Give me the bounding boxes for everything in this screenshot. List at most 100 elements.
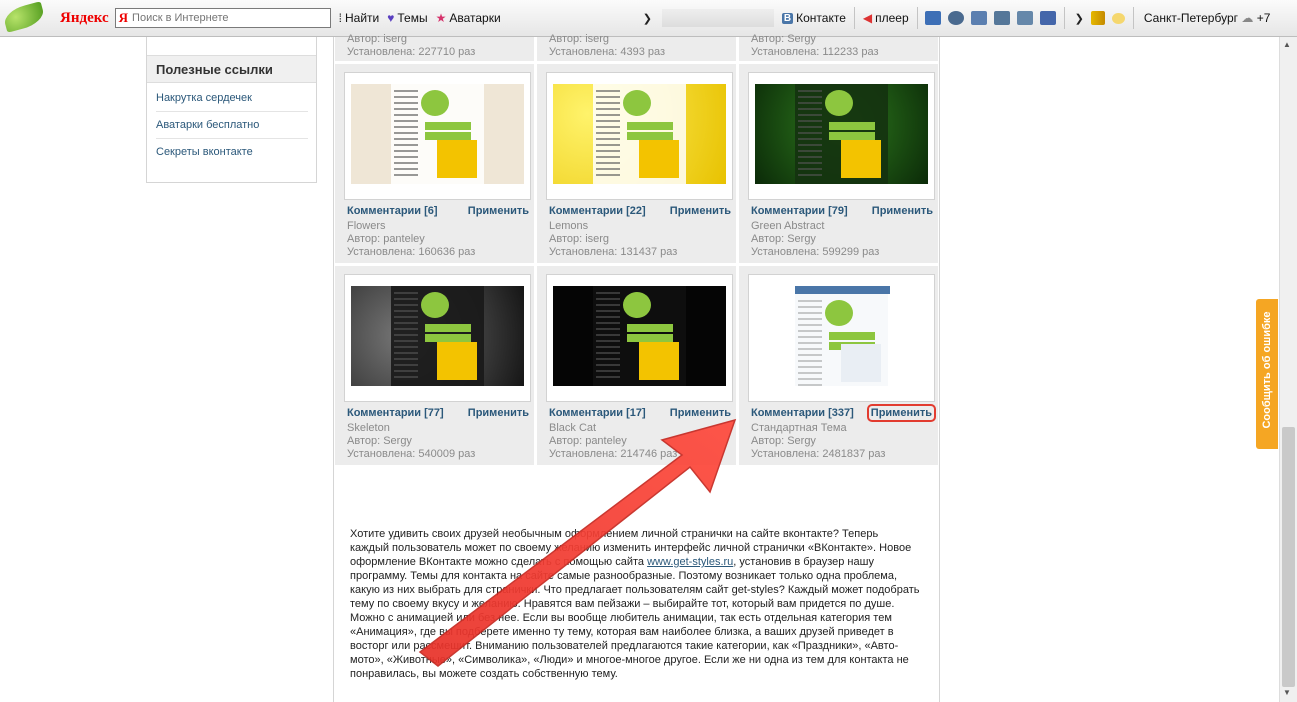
card-author: Автор: panteley: [347, 233, 425, 245]
theme-thumbnail[interactable]: [546, 72, 733, 200]
comments-link[interactable]: Комментарии [17]: [549, 407, 646, 419]
description-text: Хотите удивить своих друзей необычным оф…: [350, 527, 920, 681]
sidebar-title: Полезные ссылки: [147, 55, 316, 83]
theme-card-black-cat: Комментарии [17] Применить Black Cat Авт…: [537, 266, 736, 465]
card-name: Black Cat: [549, 422, 597, 434]
cloud-icon: ☁: [1241, 11, 1254, 25]
apply-button-highlighted[interactable]: Применить: [866, 404, 937, 422]
find-icon: ⁞: [338, 11, 342, 25]
theme-preview-image: [351, 84, 524, 184]
scroll-down-icon[interactable]: ▼: [1283, 688, 1291, 697]
card-author: Автор: iserg: [549, 233, 610, 245]
report-error-label: Сообщить об ошибке: [1261, 311, 1273, 429]
vk-button[interactable]: B Контакте: [781, 11, 846, 25]
chevron-right-icon[interactable]: ❯: [643, 12, 652, 25]
comments-link[interactable]: Комментарии [6]: [347, 205, 438, 217]
theme-thumbnail[interactable]: [748, 274, 935, 402]
comments-link[interactable]: Комментарии [77]: [347, 407, 444, 419]
theme-card-flowers: Комментарии [6] Применить Flowers Автор:…: [335, 64, 534, 263]
theme-card: Автор: Sergy Установлена: 112233 раз: [739, 33, 938, 61]
search-input-wrapper: Я: [114, 8, 331, 28]
card-installed: Установлена: 540009 раз: [347, 448, 476, 460]
scroll-up-icon[interactable]: ▲: [1283, 40, 1291, 49]
sidebar-link-avatars[interactable]: Аватарки бесплатно: [156, 119, 308, 139]
themes-button[interactable]: ♥ Темы: [387, 11, 427, 25]
card-author: Автор: iserg: [347, 33, 408, 45]
scrollbar-thumb[interactable]: [1282, 427, 1295, 687]
theme-card: Автор: iserg Установлена: 227710 раз: [335, 33, 534, 61]
theme-preview-image: [755, 84, 928, 184]
card-author: Автор: Sergy: [751, 233, 816, 245]
star-icon: ★: [435, 11, 447, 25]
chat-bubble-icon[interactable]: [1111, 12, 1125, 24]
weather-widget[interactable]: Санкт-Петербург ☁ +7: [1144, 11, 1271, 25]
toolbar-divider: [1132, 7, 1134, 29]
comments-link[interactable]: Комментарии [22]: [549, 205, 646, 217]
card-name: Skeleton: [347, 422, 390, 434]
apply-button[interactable]: Применить: [872, 205, 933, 217]
card-author: Автор: Sergy: [347, 435, 412, 447]
avatars-button[interactable]: ★ Аватарки: [436, 11, 501, 25]
browser-logo-icon[interactable]: [0, 0, 52, 37]
film-icon[interactable]: [1016, 11, 1033, 25]
toolbar-divider: [853, 7, 855, 29]
camera-icon[interactable]: [993, 11, 1010, 25]
card-name: Flowers: [347, 220, 386, 232]
theme-preview-image: [553, 286, 726, 386]
theme-card-skeleton: Комментарии [77] Применить Skeleton Авто…: [335, 266, 534, 465]
theme-card: Автор: iserg Установлена: 4393 раз: [537, 33, 736, 61]
theme-preview-image: [351, 286, 524, 386]
theme-preview-image: [755, 286, 928, 386]
theme-thumbnail[interactable]: [344, 72, 531, 200]
yandex-brand[interactable]: Яндекс: [60, 10, 109, 27]
card-author: Автор: panteley: [549, 435, 627, 447]
yandex-toolbar: Яндекс Я ⁞Найти ♥Темы ★Аватарки ❯ BКонта…: [0, 0, 1297, 37]
mail-icon[interactable]: [924, 11, 941, 25]
toolbar-divider: [1063, 7, 1065, 29]
page-scrollbar[interactable]: ▲ ▼: [1279, 37, 1297, 702]
description-part: , установив в браузер нашу программу. Те…: [350, 556, 920, 680]
card-installed: Установлена: 2481837 раз: [751, 448, 886, 460]
theme-card-standard: Комментарии [337] Применить Стандартная …: [739, 266, 938, 465]
card-name: Стандартная Тема: [751, 422, 847, 434]
card-installed: Установлена: 4393 раз: [549, 46, 666, 58]
sidebar-link-hearts[interactable]: Накрутка сердечек: [156, 92, 308, 112]
document-icon[interactable]: [1039, 11, 1056, 25]
apply-button[interactable]: Применить: [670, 205, 731, 217]
yandex-search-icon: Я: [118, 10, 129, 25]
apply-button[interactable]: Применить: [468, 205, 529, 217]
comments-link[interactable]: Комментарии [337]: [751, 407, 854, 419]
books-icon[interactable]: [970, 11, 987, 25]
theme-thumbnail[interactable]: [546, 274, 733, 402]
player-button[interactable]: ◀ плеер: [863, 11, 909, 25]
sidebar: Полезные ссылки Накрутка сердечек Аватар…: [146, 37, 317, 183]
theme-card-lemons: Комментарии [22] Применить Lemons Автор:…: [537, 64, 736, 263]
theme-card-green-abstract: Комментарии [79] Применить Green Abstrac…: [739, 64, 938, 263]
search-input[interactable]: [130, 11, 325, 25]
apply-button[interactable]: Применить: [670, 407, 731, 419]
signal-icon[interactable]: [1090, 11, 1105, 25]
card-author: Автор: Sergy: [751, 33, 816, 45]
card-installed: Установлена: 214746 раз: [549, 448, 678, 460]
card-installed: Установлена: 131437 раз: [549, 246, 678, 258]
speaker-icon: ◀: [862, 11, 873, 25]
card-author: Автор: Sergy: [751, 435, 816, 447]
card-installed: Установлена: 112233 раз: [751, 46, 879, 58]
get-styles-link[interactable]: www.get-styles.ru: [647, 556, 733, 568]
toolbar-blank-area: [661, 9, 774, 27]
card-author: Автор: iserg: [549, 33, 610, 45]
card-installed: Установлена: 160636 раз: [347, 246, 476, 258]
report-error-tab[interactable]: Сообщить об ошибке: [1256, 299, 1278, 449]
find-button[interactable]: ⁞ Найти: [339, 11, 380, 25]
user-icon[interactable]: [947, 11, 964, 25]
vk-icon: B: [781, 12, 794, 24]
toolbar-divider: [916, 7, 918, 29]
apply-button[interactable]: Применить: [468, 407, 529, 419]
theme-preview-image: [553, 84, 726, 184]
chevron-right-icon[interactable]: ❯: [1075, 12, 1084, 25]
theme-thumbnail[interactable]: [344, 274, 531, 402]
theme-thumbnail[interactable]: [748, 72, 935, 200]
comments-link[interactable]: Комментарии [79]: [751, 205, 848, 217]
card-name: Green Abstract: [751, 220, 825, 232]
sidebar-link-secrets[interactable]: Секреты вконтакте: [156, 146, 308, 165]
